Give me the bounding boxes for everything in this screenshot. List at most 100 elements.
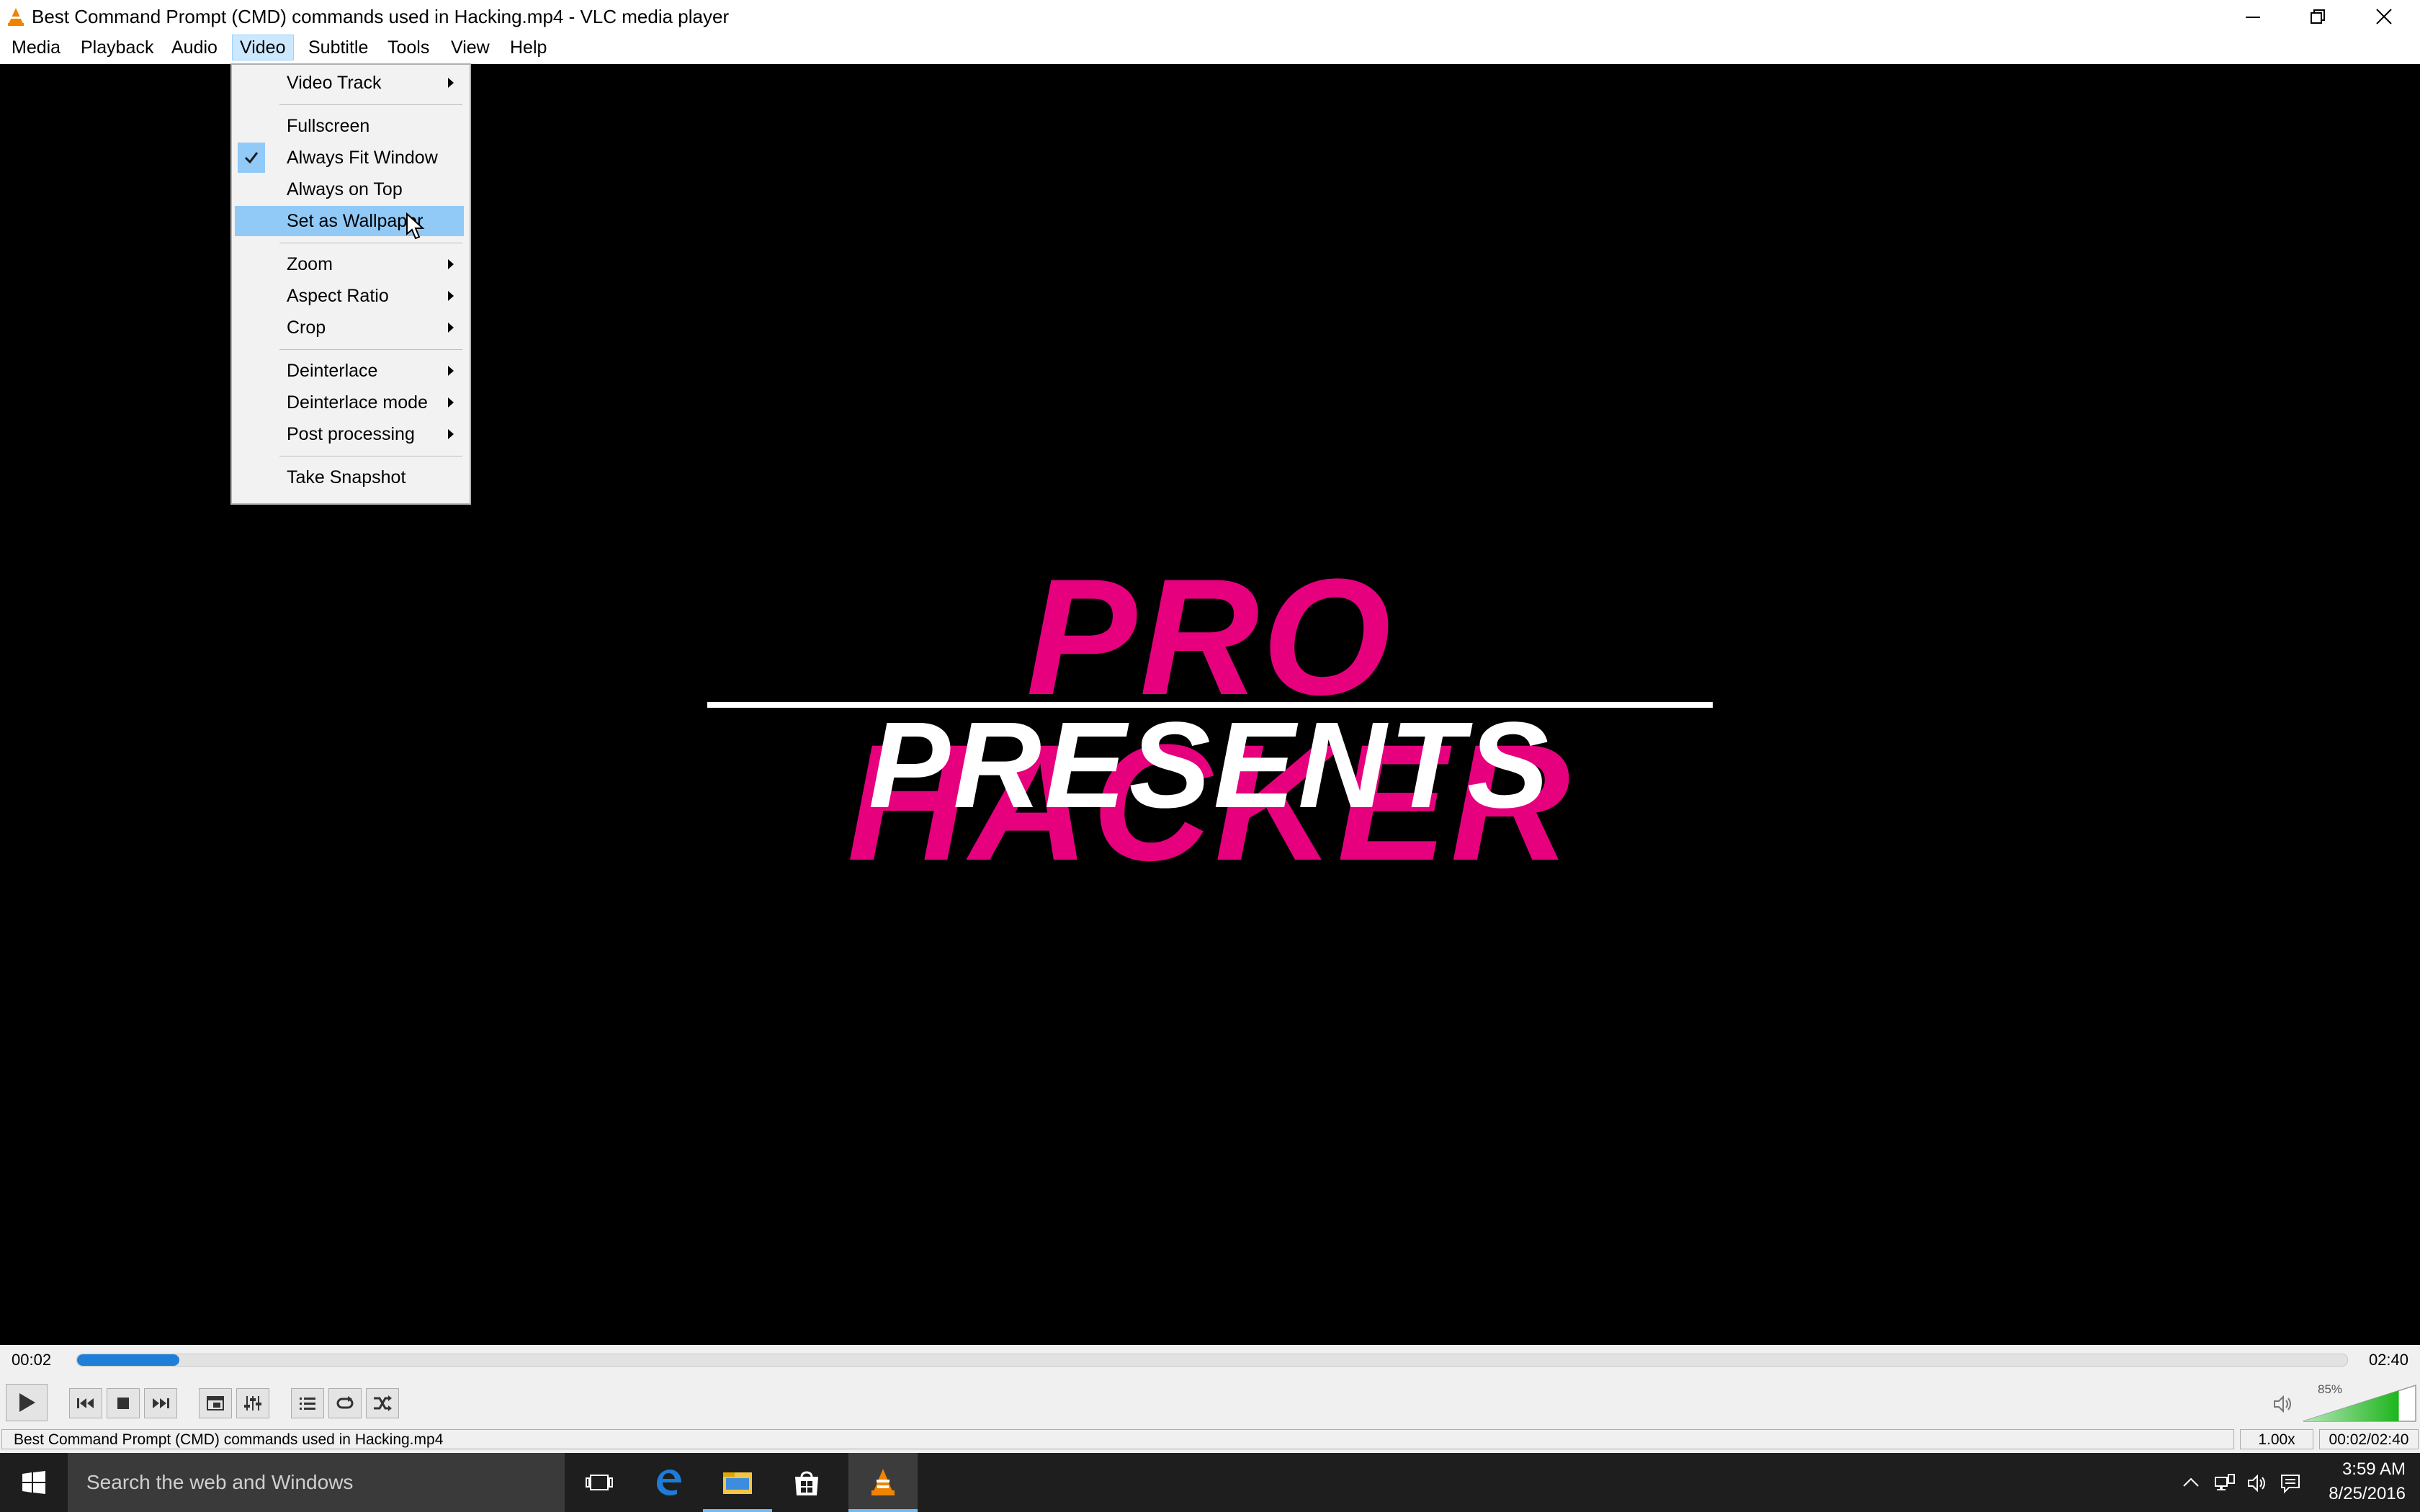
- extended-settings-icon: [244, 1396, 261, 1410]
- start-button[interactable]: [0, 1453, 68, 1512]
- play-icon: [19, 1393, 35, 1412]
- menu-audio[interactable]: Audio: [164, 35, 225, 60]
- window-title: Best Command Prompt (CMD) commands used …: [32, 6, 730, 27]
- edge-icon: [657, 1470, 681, 1496]
- minimize-icon: [2246, 16, 2260, 18]
- menu-tools[interactable]: Tools: [380, 35, 436, 60]
- windows-logo-icon: [22, 1471, 45, 1494]
- submenu-arrow-icon: [448, 291, 454, 301]
- seek-progress: [77, 1354, 179, 1366]
- menu-item-take-snapshot[interactable]: Take Snapshot: [235, 462, 464, 492]
- menu-separator: [279, 104, 462, 105]
- volume-percentage: 85%: [2318, 1382, 2343, 1396]
- next-button[interactable]: [144, 1388, 177, 1418]
- menu-item-label: Deinterlace: [287, 361, 378, 381]
- menu-view[interactable]: View: [444, 35, 497, 60]
- seek-row: 00:02 02:40: [0, 1345, 2420, 1375]
- elapsed-time: 00:02: [12, 1351, 52, 1369]
- status-bar: Best Command Prompt (CMD) commands used …: [0, 1427, 2420, 1453]
- menu-item-set-as-wallpaper[interactable]: Set as Wallpaper: [235, 206, 464, 236]
- next-icon: [153, 1398, 169, 1408]
- task-view-icon: [586, 1475, 613, 1490]
- menu-item-crop[interactable]: Crop: [235, 312, 464, 343]
- stop-icon: [117, 1398, 129, 1409]
- menu-item-label: Post processing: [287, 424, 415, 444]
- file-explorer-button[interactable]: [703, 1453, 772, 1512]
- menu-item-always-on-top[interactable]: Always on Top: [235, 174, 464, 204]
- shuffle-icon: [374, 1395, 392, 1411]
- vlc-taskbar-button[interactable]: [848, 1453, 918, 1512]
- taskbar: Search the web and Windows 3:59 AM 8/25/…: [0, 1453, 2420, 1512]
- volume-icon[interactable]: [2272, 1393, 2293, 1415]
- menu-help[interactable]: Help: [503, 35, 554, 60]
- menu-item-label: Fullscreen: [287, 116, 370, 136]
- shuffle-button[interactable]: [366, 1388, 399, 1418]
- menu-item-label: Always Fit Window: [287, 148, 438, 168]
- submenu-arrow-icon: [448, 366, 454, 376]
- submenu-arrow-icon: [448, 397, 454, 408]
- store-button[interactable]: [772, 1453, 841, 1512]
- menu-bar: Media Playback Audio Video Subtitle Tool…: [0, 32, 2420, 64]
- task-view-button[interactable]: [565, 1453, 634, 1512]
- title-bar: Best Command Prompt (CMD) commands used …: [0, 0, 2420, 32]
- checkmark-icon: [238, 143, 265, 173]
- video-title-line2: PRESENTS: [868, 697, 1552, 834]
- menu-item-label: Zoom: [287, 254, 333, 274]
- speaker-icon[interactable]: [2246, 1472, 2269, 1495]
- minimize-button[interactable]: [2220, 0, 2286, 32]
- menu-item-fullscreen[interactable]: Fullscreen: [235, 111, 464, 141]
- menu-subtitle[interactable]: Subtitle: [301, 35, 375, 60]
- submenu-arrow-icon: [448, 259, 454, 269]
- submenu-arrow-icon: [448, 78, 454, 88]
- total-time: 02:40: [2368, 1351, 2408, 1369]
- clock-time[interactable]: 3:59 AM: [2312, 1459, 2406, 1480]
- taskbar-search[interactable]: Search the web and Windows: [68, 1453, 565, 1512]
- menu-item-label: Take Snapshot: [287, 467, 406, 487]
- restore-icon: [2311, 9, 2325, 24]
- search-placeholder: Search the web and Windows: [86, 1471, 354, 1493]
- menu-item-deinterlace-mode[interactable]: Deinterlace mode: [235, 387, 464, 418]
- status-filename: Best Command Prompt (CMD) commands used …: [1, 1429, 2234, 1449]
- extended-settings-button[interactable]: [236, 1388, 269, 1418]
- menu-item-label: Deinterlace mode: [287, 392, 428, 413]
- clock-date[interactable]: 8/25/2016: [2312, 1483, 2406, 1505]
- playback-speed[interactable]: 1.00x: [2240, 1429, 2313, 1449]
- previous-button[interactable]: [69, 1388, 102, 1418]
- menu-item-always-fit-window[interactable]: Always Fit Window: [235, 143, 464, 173]
- submenu-arrow-icon: [448, 429, 454, 439]
- fullscreen-icon: [207, 1396, 224, 1410]
- menu-item-zoom[interactable]: Zoom: [235, 249, 464, 279]
- menu-playback[interactable]: Playback: [73, 35, 161, 60]
- menu-video[interactable]: Video: [232, 35, 294, 60]
- menu-item-post-processing[interactable]: Post processing: [235, 419, 464, 449]
- menu-item-aspect-ratio[interactable]: Aspect Ratio: [235, 281, 464, 311]
- restore-button[interactable]: [2285, 0, 2351, 32]
- menu-item-label: Set as Wallpaper: [287, 211, 424, 231]
- action-center-icon[interactable]: [2279, 1472, 2302, 1495]
- chevron-up-icon[interactable]: [2179, 1472, 2202, 1495]
- play-button[interactable]: [6, 1384, 48, 1421]
- edge-button[interactable]: [634, 1453, 703, 1512]
- fullscreen-button[interactable]: [199, 1388, 232, 1418]
- menu-item-video-track[interactable]: Video Track: [235, 68, 464, 98]
- menu-item-label: Crop: [287, 318, 326, 338]
- store-icon: [795, 1471, 818, 1495]
- loop-icon: [336, 1396, 354, 1409]
- menu-item-deinterlace[interactable]: Deinterlace: [235, 356, 464, 386]
- playback-controls: 85%: [0, 1375, 2420, 1427]
- file-explorer-icon: [723, 1472, 752, 1494]
- stop-button[interactable]: [107, 1388, 140, 1418]
- seek-slider[interactable]: [76, 1354, 2348, 1367]
- menu-media[interactable]: Media: [4, 35, 68, 60]
- network-icon[interactable]: [2213, 1472, 2236, 1495]
- menu-item-label: Video Track: [287, 73, 382, 93]
- video-frame[interactable]: PRO HACKER PRESENTS: [706, 554, 1714, 886]
- status-time[interactable]: 00:02/02:40: [2319, 1429, 2419, 1449]
- close-button[interactable]: [2351, 0, 2417, 32]
- menu-item-label: Aspect Ratio: [287, 286, 389, 306]
- menu-separator: [279, 349, 462, 350]
- playlist-icon: [300, 1398, 315, 1410]
- playlist-button[interactable]: [291, 1388, 324, 1418]
- menu-item-label: Always on Top: [287, 179, 403, 199]
- loop-button[interactable]: [328, 1388, 362, 1418]
